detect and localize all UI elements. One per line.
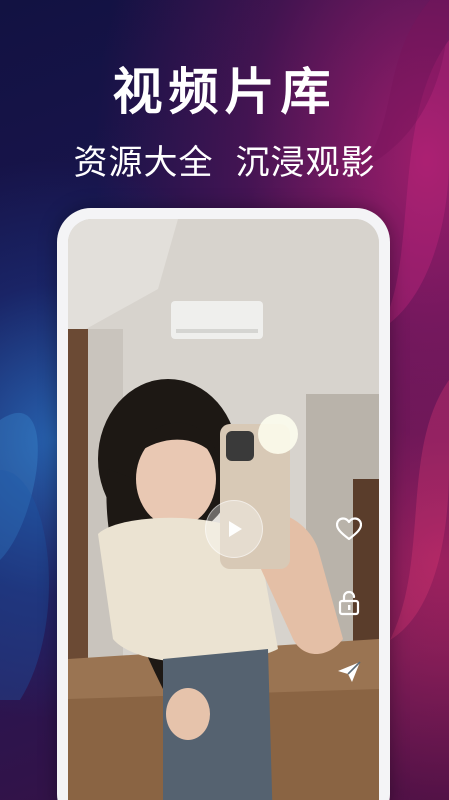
promo-subline-right: 沉浸观影 — [235, 143, 376, 183]
play-icon — [229, 521, 242, 537]
promo-subline: 资源大全 沉浸观影 — [0, 141, 449, 185]
play-button[interactable] — [205, 500, 263, 558]
like-button[interactable] — [334, 514, 364, 544]
phone-frame — [57, 208, 390, 800]
send-icon — [338, 661, 361, 682]
share-button[interactable] — [334, 657, 364, 687]
lock-icon — [338, 590, 360, 616]
promo-headline: 视频片库 — [112, 63, 337, 121]
promo-page: 视频片库 资源大全 沉浸观影 — [0, 0, 449, 800]
heart-icon — [336, 517, 362, 541]
video-screen[interactable] — [68, 219, 379, 800]
lock-button[interactable] — [334, 588, 364, 618]
promo-subline-left: 资源大全 — [73, 143, 214, 183]
